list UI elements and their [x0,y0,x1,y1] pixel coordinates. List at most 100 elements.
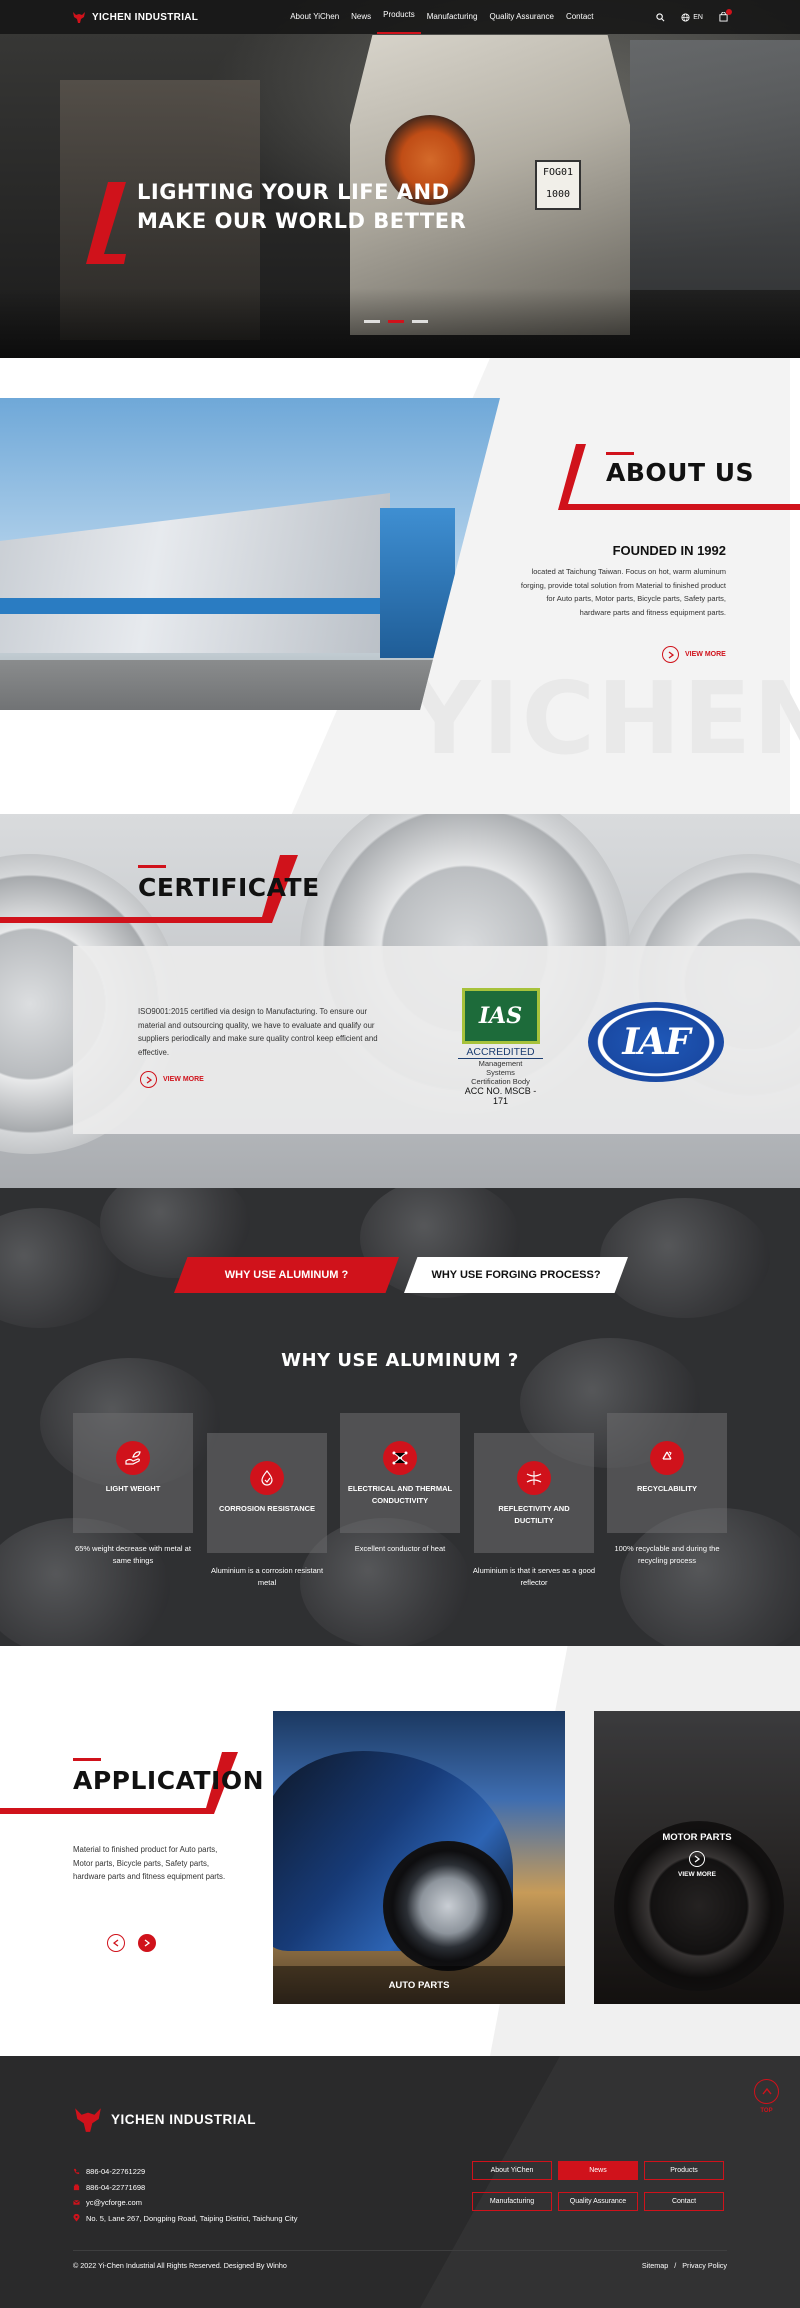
application-title: APPLICATION [73,1766,265,1795]
footer-nav-contact[interactable]: Contact [644,2192,724,2211]
application-title-block: APPLICATION [0,1752,264,1822]
founded-heading: FOUNDED IN 1992 [612,543,726,558]
hero-floor-shade [0,288,800,358]
footer-nav-products[interactable]: Products [644,2161,724,2180]
motor-parts-view-more[interactable]: VIEW MORE [594,1851,800,1878]
nav-about[interactable]: About YiChen [284,0,345,34]
feature-desc-light-weight: 65% weight decrease with metal at same t… [75,1544,191,1565]
footer-brand: YICHEN INDUSTRIAL [111,2111,257,2127]
application-description: Material to finished product for Auto pa… [73,1845,226,1881]
about-view-more[interactable]: VIEW MORE [662,646,726,663]
application-card-motor-parts[interactable]: MOTOR PARTS VIEW MORE [594,1711,800,2004]
site-header: YICHEN INDUSTRIAL About YiChen News Prod… [0,0,800,34]
feature-label: LIGHT WEIGHT [105,1484,161,1493]
feature-label: REFLECTIVITY AND DUCTILITY [498,1504,570,1525]
about-view-more-label: VIEW MORE [685,651,726,658]
feature-label: RECYCLABILITY [637,1484,697,1493]
fax-icon [73,2184,80,2190]
main-nav: About YiChen News Products Manufacturing… [284,0,599,34]
back-to-top-button[interactable] [754,2079,779,2104]
about-description: located at Taichung Taiwan. Focus on hot… [520,567,726,617]
header-logo[interactable]: YICHEN INDUSTRIAL [72,10,198,24]
site-footer: YICHEN INDUSTRIAL 886-04-22761229 886-04… [0,2056,800,2308]
hero-dot-1[interactable] [364,320,380,323]
application-card-auto-parts[interactable]: AUTO PARTS [273,1711,565,2004]
iaf-logo: IAF [588,1002,724,1082]
ias-accredited-logo: IAS ACCREDITED Management Systems Certif… [458,988,543,1106]
chevron-right-icon [662,646,679,663]
plate-line-2: 1000 [545,189,571,200]
footer-contact: 886-04-22761229 886-04-22771698 yc@ycfor… [73,2164,298,2226]
sitemap-link[interactable]: Sitemap [642,2261,668,2270]
feature-card-reflectivity[interactable]: REFLECTIVITY AND DUCTILITY [474,1433,594,1553]
ias-mark: IAS [461,988,540,1044]
nav-products[interactable]: Products [377,0,421,34]
language-switch[interactable]: EN [681,12,703,22]
footer-nav-manufacturing[interactable]: Manufacturing [472,2192,552,2211]
feature-card-conductivity[interactable]: ELECTRICAL AND THERMAL CONDUCTIVITY [340,1413,460,1533]
tab-why-forging[interactable]: WHY USE FORGING PROCESS? [404,1257,628,1293]
contact-phone-1: 886-04-22761229 [73,2164,298,2180]
plate-line-1: FOG01 [542,167,574,178]
back-to-top-label[interactable]: TOP [754,2108,779,2114]
feature-desc-reflectivity: Aluminium is that it serves as a good re… [472,1566,596,1587]
feature-desc-corrosion: Aluminium is a corrosion resistant metal [210,1566,324,1587]
footer-nav-about[interactable]: About YiChen [472,2161,552,2180]
email-text[interactable]: yc@ycforge.com [86,2195,142,2211]
car-wheel [383,1841,513,1971]
about-watermark: YICHEN [408,660,800,777]
hero-accent-slash [86,182,126,264]
feature-desc-recyclability: 100% recyclable and during the recycling… [614,1544,720,1565]
header-tools: EN [656,0,732,34]
feature-label: ELECTRICAL AND THERMAL CONDUCTIVITY [347,1484,453,1505]
footer-nav-news[interactable]: News [558,2161,638,2180]
ias-line-3: Certification Body [471,1077,530,1086]
address-text: No. 5, Lane 267, Dongping Road, Taiping … [86,2213,298,2223]
footer-nav-quality[interactable]: Quality Assurance [558,2192,638,2211]
phone-2-text[interactable]: 886-04-22771698 [86,2180,145,2196]
feature-label: CORROSION RESISTANCE [218,1504,316,1513]
chevron-right-icon[interactable] [138,1934,156,1952]
hero-dot-3[interactable] [412,320,428,323]
hand-leaf-icon [116,1441,150,1475]
footer-legal-links: Sitemap / Privacy Policy [642,2261,727,2270]
iaf-mark: IAF [622,1021,690,1063]
feature-desc-conductivity: Excellent conductor of heat [354,1544,446,1553]
nav-news[interactable]: News [345,0,377,34]
photo-building-stripe [0,598,390,614]
certificate-view-more[interactable]: VIEW MORE [140,1071,204,1088]
contact-phone-2: 886-04-22771698 [73,2180,298,2196]
phone-1-text[interactable]: 886-04-22761229 [86,2164,145,2180]
hero-dot-2[interactable] [388,320,404,323]
search-icon[interactable] [656,12,665,22]
chevron-up-icon [761,2088,772,2095]
nav-contact[interactable]: Contact [560,0,600,34]
nav-quality[interactable]: Quality Assurance [483,0,559,34]
tab-why-aluminum[interactable]: WHY USE ALUMINUM ? [174,1257,399,1293]
ias-line-2: Systems [486,1068,515,1077]
privacy-link[interactable]: Privacy Policy [682,2261,727,2270]
hero-machine-plate: FOG01 1000 [535,160,581,210]
nav-manufacturing[interactable]: Manufacturing [421,0,484,34]
footer-bottom-bar: © 2022 Yi-Chen Industrial All Rights Res… [73,2250,727,2270]
chevron-right-icon [689,1851,705,1867]
cart-badge [726,9,732,15]
motor-parts-label: MOTOR PARTS [662,1832,732,1843]
cart-icon[interactable] [719,9,732,22]
chevron-left-icon[interactable] [107,1934,125,1952]
bull-logo-icon [75,2108,101,2132]
chevron-right-icon [140,1071,157,1088]
certificate-title-block: CERTIFICATE [0,855,319,925]
droplet-shield-icon [250,1461,284,1495]
certificate-title: CERTIFICATE [138,873,320,902]
feature-card-corrosion[interactable]: CORROSION RESISTANCE [207,1433,327,1553]
about-factory-photo [0,398,500,710]
footer-logo[interactable]: YICHEN INDUSTRIAL [73,2104,256,2134]
footer-link-separator: / [674,2261,677,2270]
ias-line-1: Management [478,1059,523,1068]
feature-card-recyclability[interactable]: RECYCLABILITY [607,1413,727,1533]
feature-card-light-weight[interactable]: LIGHT WEIGHT [73,1413,193,1533]
hero-title-line-2: MAKE OUR WORLD BETTER [137,209,467,233]
phone-icon [73,2169,80,2175]
copyright-text: © 2022 Yi-Chen Industrial All Rights Res… [73,2261,287,2270]
